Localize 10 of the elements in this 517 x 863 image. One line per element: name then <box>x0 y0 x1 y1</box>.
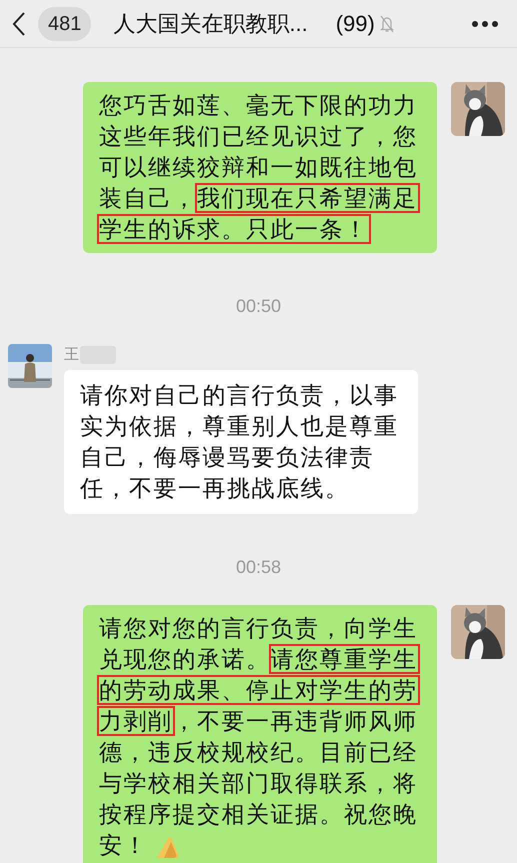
sender-name: 王 <box>64 344 79 365</box>
chat-title: 人大国关在职教职... <box>113 10 308 38</box>
member-count: (99) <box>336 10 375 38</box>
unread-count-badge: 481 <box>38 6 92 40</box>
message-text: 请您对您的言行负责，向学生兑现您的承诺。请您尊重学生的劳动成果、停止对学生的劳力剥削，不要一再违背师风师德，违反校规校纪。目前已经与学校相关部门取得联系，将按程序提交相关证据。祝您晚安！ <box>99 614 418 861</box>
message-text: 您巧舌如莲、毫无下限的功力这些年我们已经见识过了，您可以继续狡辩和一如既往地包装自己，我们现在只希望满足学生的诉求。只此一条！ <box>99 91 418 244</box>
timestamp: 00:50 <box>236 295 282 318</box>
more-icon[interactable] <box>471 20 499 28</box>
message-text: 请你对自己的言行负责，以事实为依据，尊重别人也是尊重自己，侮辱谩骂要负法律责任，不要一再挑战底线。 <box>80 381 400 503</box>
timestamp: 00:58 <box>236 556 282 579</box>
